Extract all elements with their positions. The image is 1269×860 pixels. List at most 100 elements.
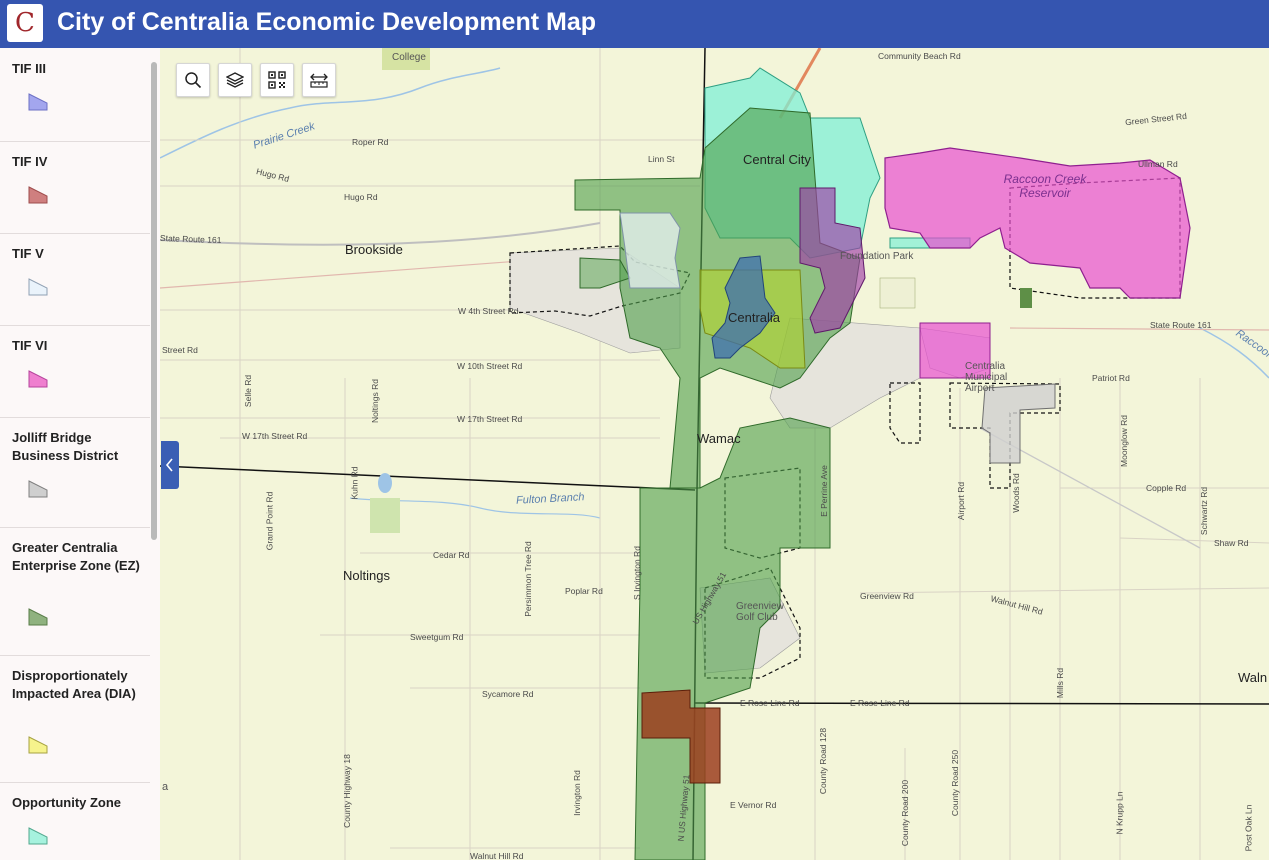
legend-swatch bbox=[28, 827, 48, 845]
road-hugo: Hugo Rd bbox=[344, 192, 378, 202]
legend-label: TIF V bbox=[12, 246, 44, 261]
legend-swatch bbox=[28, 186, 48, 204]
road-woods: Woods Rd bbox=[1010, 473, 1021, 513]
label-wamac: Wamac bbox=[697, 431, 741, 446]
legend-item-dia[interactable]: Disproportionately Impacted Area (DIA) bbox=[0, 655, 150, 783]
label-centralia: Centralia bbox=[728, 310, 781, 325]
road-community-beach: Community Beach Rd bbox=[878, 51, 961, 61]
legend-scrollbar[interactable] bbox=[151, 62, 157, 540]
state-route-161-west bbox=[160, 257, 561, 289]
road-cr128: County Road 128 bbox=[818, 727, 829, 795]
road-mills: Mills Rd bbox=[1055, 667, 1066, 699]
park bbox=[370, 498, 400, 533]
map-view[interactable]: Central City Brookside Centralia Wamac N… bbox=[160, 48, 1269, 860]
legend-item-enterprise-zone[interactable]: Greater Centralia Enterprise Zone (EZ) bbox=[0, 527, 150, 656]
road-noltings-rd: Noltings Rd bbox=[369, 379, 380, 423]
measure-icon bbox=[310, 73, 328, 88]
road-post-oak: Post Oak Ln bbox=[1243, 804, 1254, 852]
road-cr18: County Highway 18 bbox=[341, 754, 352, 828]
road-walnut-hill: Walnut Hill Rd bbox=[470, 851, 524, 860]
legend-label: TIF VI bbox=[12, 338, 48, 353]
road-airport: Airport Rd bbox=[956, 481, 967, 521]
map-canvas[interactable] bbox=[160, 48, 1269, 860]
app-header: C City of Centralia Economic Development… bbox=[0, 0, 1269, 48]
label-golf-club: Greenview Golf Club bbox=[736, 601, 784, 623]
search-icon bbox=[185, 72, 202, 89]
legend-label: Opportunity Zone bbox=[12, 795, 122, 810]
road-moonglow: Moonglow Rd bbox=[1118, 415, 1129, 467]
road-w10th: W 10th Street Rd bbox=[457, 361, 523, 371]
road-street: Street Rd bbox=[162, 345, 198, 355]
road-e-rose: E Rose Line Rd bbox=[740, 698, 800, 708]
qr-code-icon bbox=[268, 71, 286, 89]
road-e-perrine: E Perrine Ave bbox=[818, 465, 829, 517]
label-walnut: Waln bbox=[1238, 670, 1268, 685]
legend-swatch bbox=[28, 736, 48, 754]
legend-label: Jolliff Bridge Business District bbox=[12, 430, 119, 463]
road-poplar: Poplar Rd bbox=[565, 586, 603, 596]
measure-button[interactable] bbox=[302, 63, 336, 97]
layers-icon bbox=[226, 72, 244, 88]
collapse-panel-button[interactable] bbox=[161, 441, 179, 489]
road-e-rose-2: E Rose Line Rd bbox=[850, 698, 910, 708]
road-w17th: W 17th Street Rd bbox=[457, 414, 523, 424]
tif-vi-north[interactable] bbox=[884, 147, 1191, 299]
legend-swatch bbox=[28, 480, 48, 498]
state-route-161-east bbox=[1009, 327, 1269, 331]
road-sr161-west: State Route 161 bbox=[160, 232, 222, 246]
legend-panel: TIF III TIF IV TIF V TIF VI Jolliff Brid… bbox=[0, 48, 160, 860]
legend-label: TIF III bbox=[12, 61, 46, 76]
legend-item-tif-v[interactable]: TIF V bbox=[0, 233, 150, 326]
road-sr161-east: State Route 161 bbox=[1150, 320, 1212, 330]
road-roper: Roper Rd bbox=[352, 137, 389, 147]
road-sweetgum: Sweetgum Rd bbox=[410, 632, 464, 642]
chevron-left-icon bbox=[165, 458, 173, 472]
legend-item-tif-iv[interactable]: TIF IV bbox=[0, 141, 150, 234]
road-linn: Linn St bbox=[648, 154, 675, 164]
legend-swatch bbox=[28, 278, 48, 296]
legend-item-opportunity-zone[interactable]: Opportunity Zone bbox=[0, 782, 150, 860]
legend-label: Disproportionately Impacted Area (DIA) bbox=[12, 668, 136, 701]
legend-label: TIF IV bbox=[12, 154, 48, 169]
road-copple: Copple Rd bbox=[1146, 483, 1187, 493]
foundation-park bbox=[879, 277, 916, 309]
road-schwartz: Schwartz Rd bbox=[1199, 486, 1210, 536]
small-green-parcel bbox=[1020, 288, 1032, 308]
page-title: City of Centralia Economic Development M… bbox=[57, 8, 596, 36]
search-button[interactable] bbox=[176, 63, 210, 97]
road-sycamore: Sycamore Rd bbox=[482, 689, 534, 699]
label-central-city: Central City bbox=[743, 152, 811, 167]
road-persimmon: Persimmon Tree Rd bbox=[522, 541, 533, 617]
label-airport: Centralia Municipal Airport bbox=[965, 361, 1008, 394]
road-irvington: Irvington Rd bbox=[571, 770, 582, 816]
legend-item-jolliff-bridge[interactable]: Jolliff Bridge Business District bbox=[0, 417, 150, 528]
road-n-krupp: N Krupp Ln bbox=[1114, 791, 1125, 835]
legend-swatch bbox=[28, 370, 48, 388]
layers-button[interactable] bbox=[218, 63, 252, 97]
enterprise-zone-south[interactable] bbox=[634, 417, 831, 860]
legend-label: Greater Centralia Enterprise Zone (EZ) bbox=[12, 540, 140, 573]
legend-item-tif-iii[interactable]: TIF III bbox=[0, 48, 150, 142]
road-patriot: Patriot Rd bbox=[1092, 373, 1130, 383]
road-cedar: Cedar Rd bbox=[433, 550, 470, 560]
legend-swatch bbox=[28, 608, 48, 626]
tif-v[interactable] bbox=[619, 212, 681, 289]
road-cr250: County Road 250 bbox=[950, 749, 961, 817]
qr-code-button[interactable] bbox=[260, 63, 294, 97]
pond bbox=[378, 473, 392, 493]
road-kuhn: Kuhn Rd bbox=[349, 466, 360, 500]
road-ullman: Ullman Rd bbox=[1138, 159, 1178, 169]
label-side-letter: a bbox=[162, 781, 169, 793]
road-selle: Selle Rd bbox=[243, 374, 254, 408]
city-logo[interactable]: C bbox=[7, 4, 43, 42]
jolliff-bridge-district[interactable] bbox=[981, 383, 1056, 464]
legend-item-tif-vi[interactable]: TIF VI bbox=[0, 325, 150, 418]
road-cr200: County Road 200 bbox=[900, 779, 911, 847]
road-grand-point: Grand Point Rd bbox=[264, 491, 275, 551]
legend-swatch bbox=[28, 93, 48, 111]
road-w4th: W 4th Street Rd bbox=[458, 306, 519, 316]
label-noltings: Noltings bbox=[343, 568, 390, 583]
road-e-vernor: E Vernor Rd bbox=[730, 800, 777, 810]
road-greenview: Greenview Rd bbox=[860, 591, 914, 601]
road-w17th-west: W 17th Street Rd bbox=[242, 431, 308, 441]
